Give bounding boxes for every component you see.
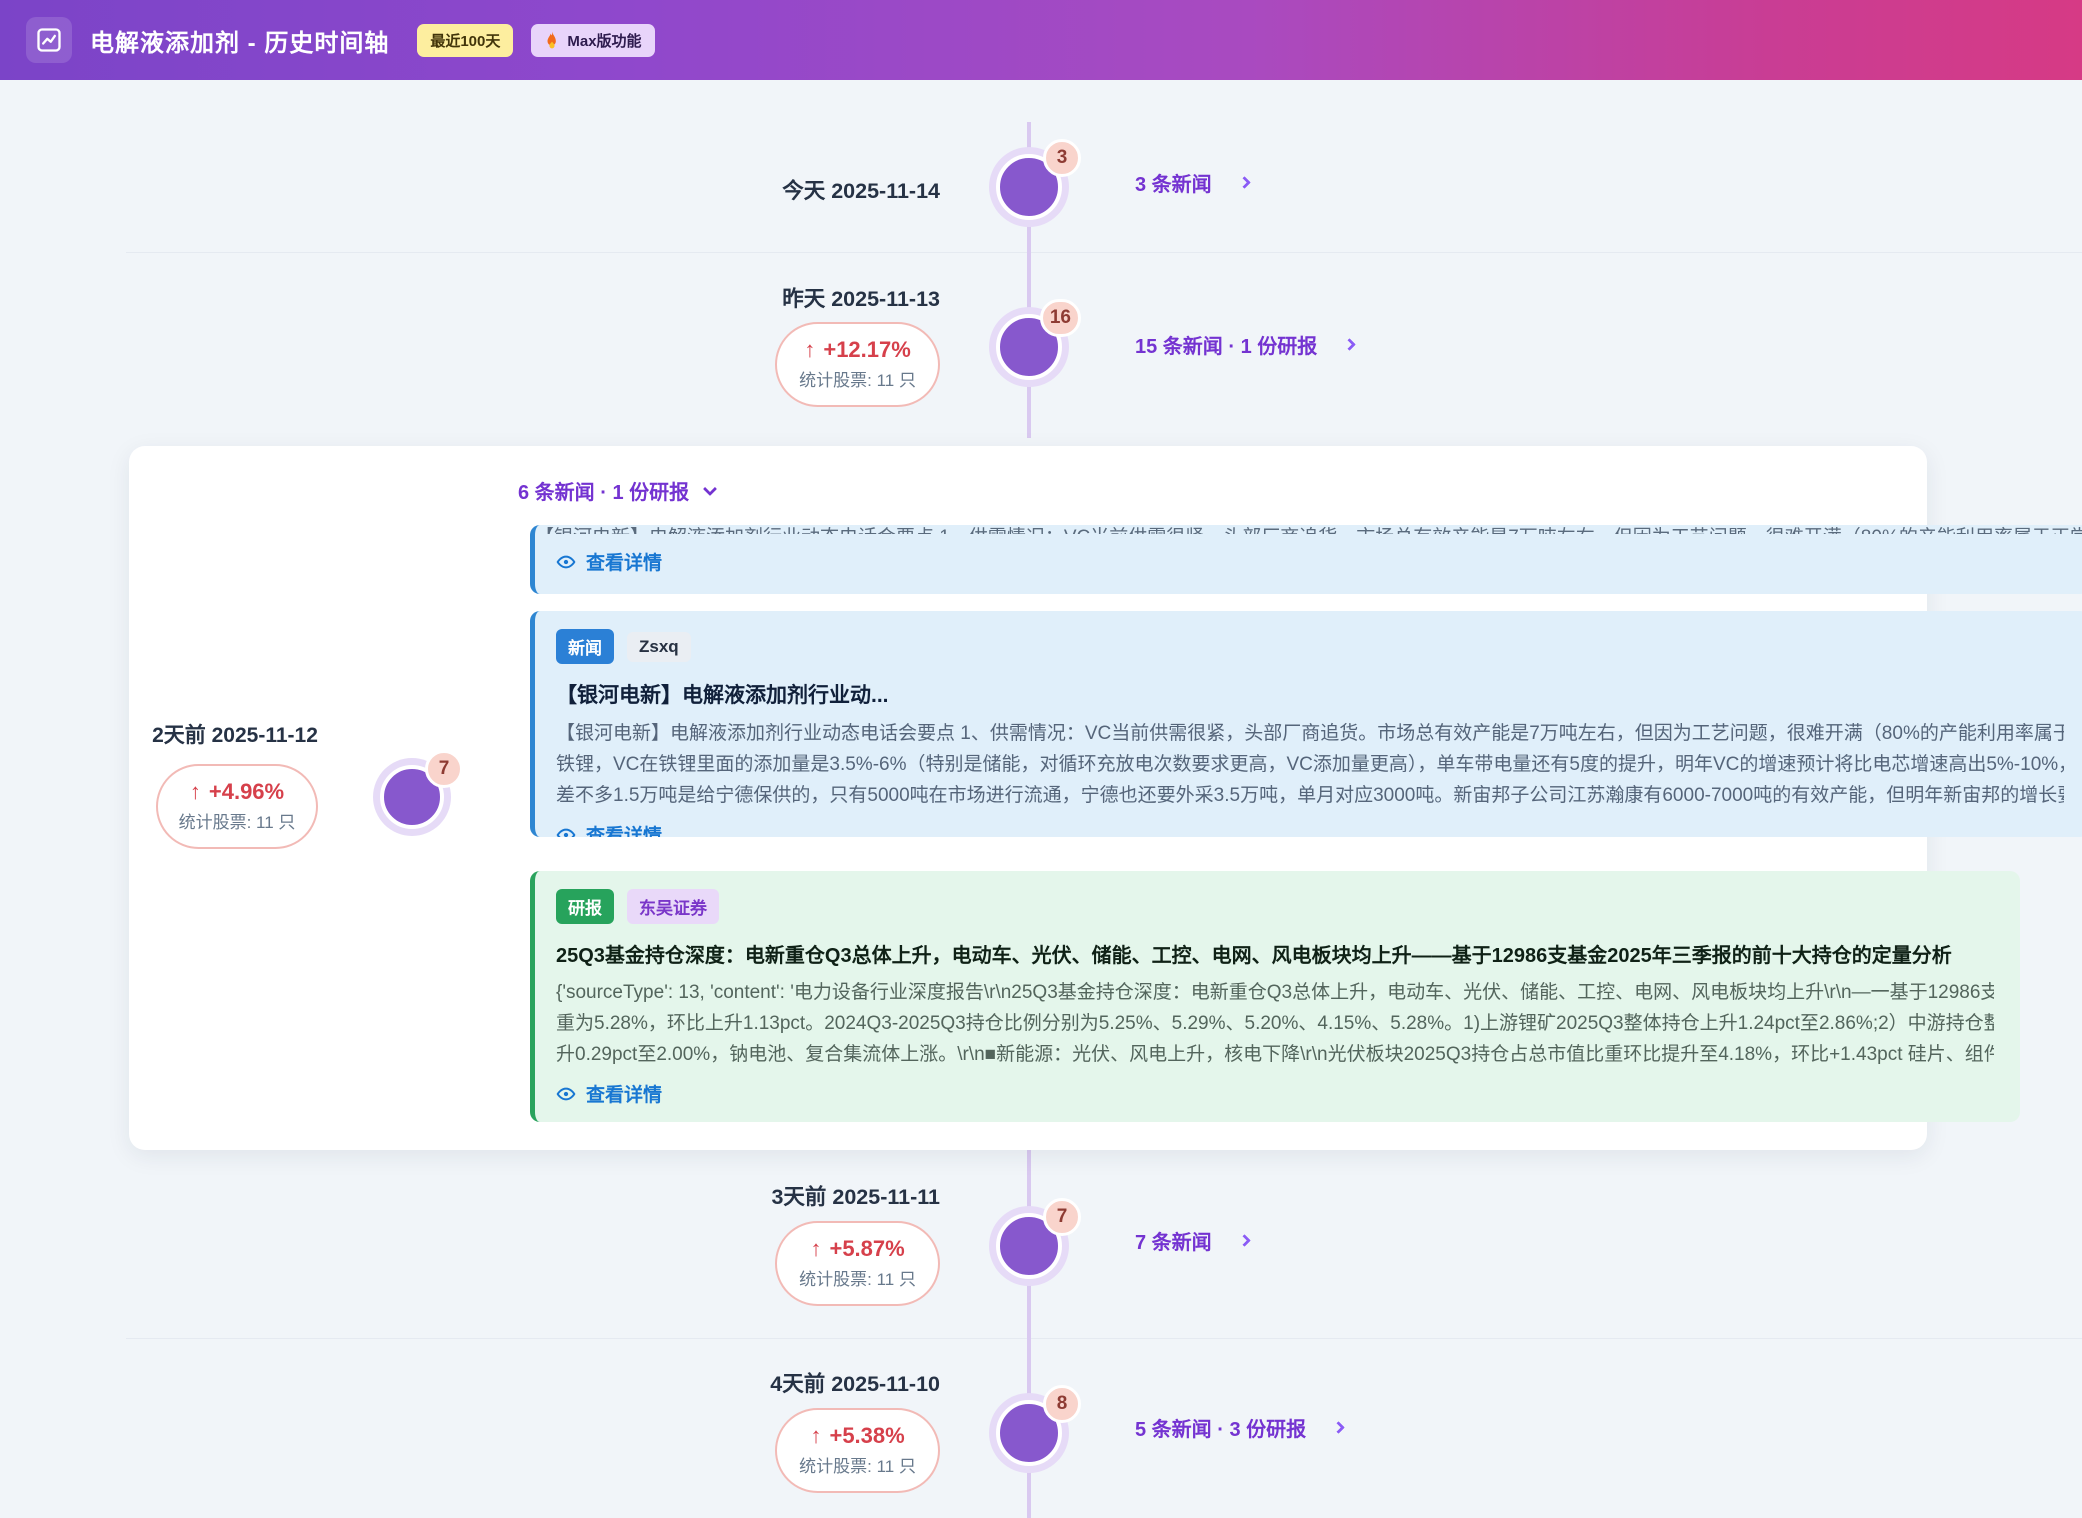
view-details-label: 查看详情: [586, 821, 662, 837]
count-badge: 16: [1040, 299, 1081, 337]
timeline-node-today[interactable]: 3: [989, 147, 1069, 227]
entry-date-3days: 3天前 2025-11-11: [771, 1180, 940, 1211]
news-type-tag: 新闻: [556, 629, 614, 664]
timeline-node-2days[interactable]: 7: [373, 758, 451, 836]
stocks-count: 统计股票: 11 只: [799, 369, 916, 392]
news-body-line: 差不多1.5万吨是给宁德保供的，只有5000吨在市场进行流通，宁德也还要外采3.…: [556, 780, 2064, 811]
report-body-line: {'sourceType': 13, 'content': '电力设备行业深度报…: [556, 977, 1994, 1008]
report-card[interactable]: 研报 东吴证券 25Q3基金持仓深度：电新重仓Q3总体上升，电动车、光伏、储能、…: [530, 871, 2020, 1122]
change-pill-2days: ↑ +4.96% 统计股票: 11 只: [156, 764, 318, 849]
eye-icon: [556, 1084, 576, 1104]
view-details-label: 查看详情: [586, 548, 662, 575]
link-label: 15 条新闻 · 1 份研报: [1135, 330, 1317, 359]
news-source-tag: Zsxq: [627, 632, 691, 662]
entry-date-yesterday: 昨天 2025-11-13: [782, 282, 940, 313]
timeline-node-3days[interactable]: 7: [989, 1206, 1069, 1286]
entry-link-today[interactable]: 3 条新闻: [1135, 168, 1249, 197]
change-pill-3days: ↑ +5.87% 统计股票: 11 只: [775, 1221, 940, 1306]
stocks-count: 统计股票: 11 只: [799, 1268, 916, 1291]
up-arrow-icon: ↑: [804, 337, 815, 362]
summary-label: 6 条新闻 · 1 份研报: [518, 476, 689, 505]
view-details-link[interactable]: 查看详情: [556, 1080, 1994, 1107]
news-body-line: 铁锂，VC在铁锂里面的添加量是3.5%-6%（特别是储能，对循环充放电次数要求更…: [556, 749, 2064, 780]
max-feature-badge: Max版功能: [531, 24, 654, 57]
up-arrow-icon: ↑: [190, 779, 201, 804]
count-badge: 7: [1043, 1198, 1081, 1236]
chevron-right-icon: [1343, 338, 1356, 351]
timeline-node-4days[interactable]: 8: [989, 1393, 1069, 1473]
flame-icon: [544, 31, 560, 49]
entry-link-yesterday[interactable]: 15 条新闻 · 1 份研报: [1135, 330, 1354, 359]
up-arrow-icon: ↑: [810, 1236, 821, 1261]
timeline-node-yesterday[interactable]: 16: [989, 307, 1069, 387]
news-card[interactable]: 新闻 Zsxq 【银河电新】电解液添加剂行业动... 【银河电新】电解液添加剂行…: [530, 611, 2082, 837]
eye-icon: [556, 552, 576, 572]
count-badge: 8: [1043, 1385, 1081, 1423]
view-details-link[interactable]: 查看详情: [556, 548, 2082, 575]
report-type-tag: 研报: [556, 889, 614, 924]
news-card-partial[interactable]: 【银河电新】电解液添加剂行业动态电话会要点 1、供需情况：VC当前供需很紧，头部…: [530, 525, 2082, 594]
eye-icon: [556, 825, 576, 838]
report-title: 25Q3基金持仓深度：电新重仓Q3总体上升，电动车、光伏、储能、工控、电网、风电…: [556, 939, 1994, 968]
link-label: 7 条新闻: [1135, 1226, 1212, 1255]
news-body-line: 【银河电新】电解液添加剂行业动态电话会要点 1、供需情况：VC当前供需很紧，头部…: [556, 718, 2064, 749]
entry-link-3days[interactable]: 7 条新闻: [1135, 1226, 1249, 1255]
max-feature-label: Max版功能: [567, 30, 641, 51]
clipped-text: 【银河电新】电解液添加剂行业动态电话会要点 1、供需情况：VC当前供需很紧，头部…: [535, 525, 2082, 534]
divider: [126, 252, 2082, 253]
expanded-day-card: 6 条新闻 · 1 份研报 2天前 2025-11-12 ↑ +4.96% 统计股…: [129, 446, 1927, 1150]
view-details-label: 查看详情: [586, 1080, 662, 1107]
pct-change: +12.17%: [823, 337, 910, 362]
news-title: 【银河电新】电解液添加剂行业动...: [556, 679, 2064, 709]
entry-date-4days: 4天前 2025-11-10: [770, 1367, 940, 1398]
page-header: 电解液添加剂 - 历史时间轴 最近100天 Max版功能: [0, 0, 2082, 80]
entry-date-today: 今天 2025-11-14: [782, 174, 940, 205]
change-pill-4days: ↑ +5.38% 统计股票: 11 只: [775, 1408, 940, 1493]
link-label: 3 条新闻: [1135, 168, 1212, 197]
pct-change: +5.38%: [829, 1423, 904, 1448]
report-body-line: 重为5.28%，环比上升1.13pct。2024Q3-2025Q3持仓比例分别为…: [556, 1008, 1994, 1039]
stocks-count: 统计股票: 11 只: [799, 1455, 916, 1478]
chevron-down-icon: [703, 481, 717, 495]
timeline-page: 电解液添加剂 - 历史时间轴 最近100天 Max版功能 今天 2025-11-…: [0, 0, 2082, 1518]
chevron-right-icon: [1238, 1234, 1251, 1247]
entry-date-2days: 2天前 2025-11-12: [147, 719, 323, 749]
stocks-count: 统计股票: 11 只: [168, 811, 306, 834]
expanded-summary-toggle[interactable]: 6 条新闻 · 1 份研报: [518, 476, 715, 505]
chevron-right-icon: [1238, 176, 1251, 189]
link-label: 5 条新闻 · 3 份研报: [1135, 1413, 1306, 1442]
chevron-right-icon: [1332, 1421, 1345, 1434]
count-badge: 3: [1043, 139, 1081, 177]
page-title: 电解液添加剂 - 历史时间轴: [90, 23, 389, 58]
pct-change: +4.96%: [209, 779, 284, 804]
report-source-tag: 东吴证券: [627, 889, 719, 924]
divider: [126, 1338, 2082, 1339]
chart-icon: [26, 17, 72, 63]
change-pill-yesterday: ↑ +12.17% 统计股票: 11 只: [775, 322, 940, 407]
pct-change: +5.87%: [829, 1236, 904, 1261]
report-body-line: 升0.29pct至2.00%，钠电池、复合集流体上涨。\r\n■新能源：光伏、风…: [556, 1039, 1994, 1070]
view-details-link[interactable]: 查看详情: [556, 821, 2064, 837]
up-arrow-icon: ↑: [810, 1423, 821, 1448]
entry-link-4days[interactable]: 5 条新闻 · 3 份研报: [1135, 1413, 1343, 1442]
count-badge: 7: [425, 750, 463, 788]
date-range-badge: 最近100天: [417, 24, 513, 57]
